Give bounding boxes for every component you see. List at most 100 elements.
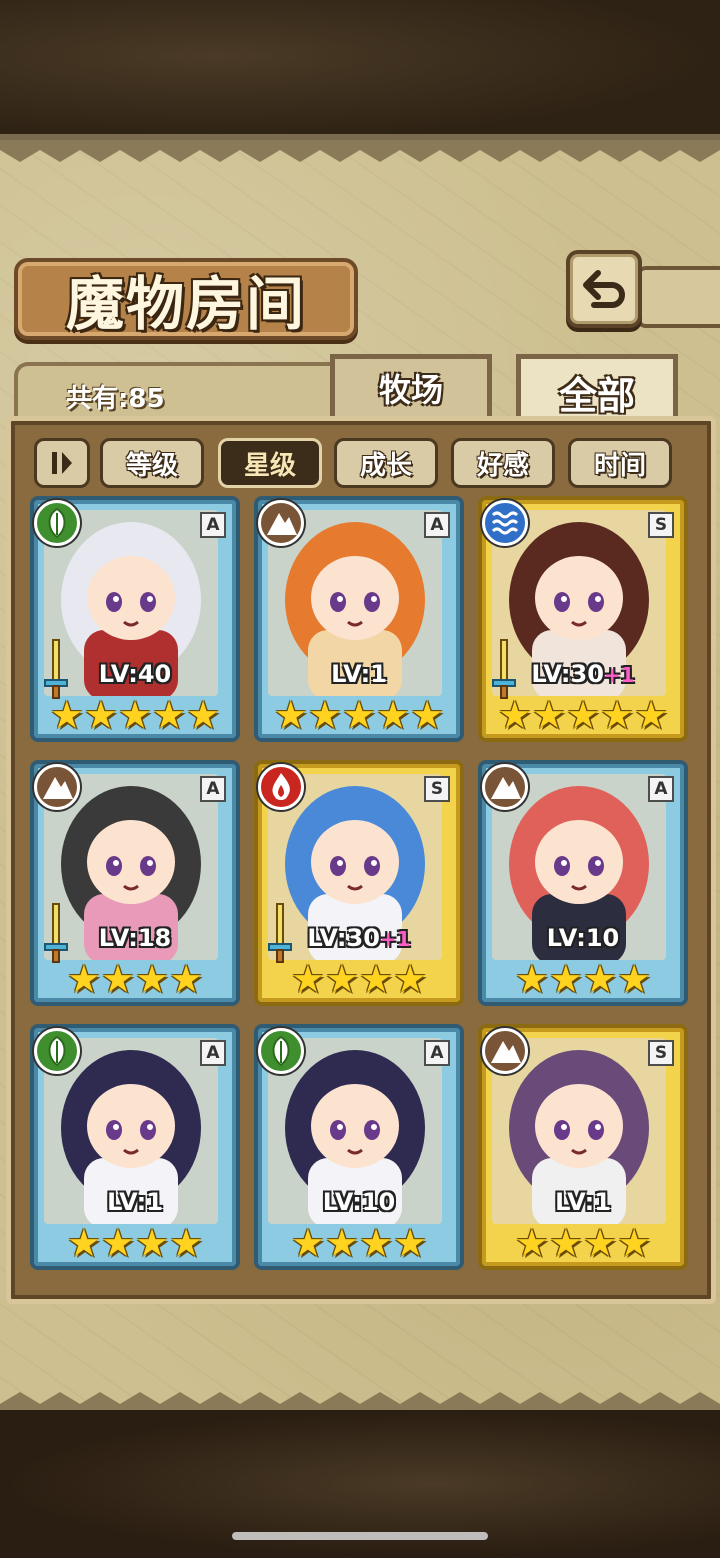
element-badge — [258, 764, 304, 810]
rank-badge: A — [200, 776, 226, 802]
star-icon: ★ — [135, 957, 170, 1001]
rank-badge: A — [200, 512, 226, 538]
count-bar: 共有:85 — [14, 362, 334, 416]
star-icon: ★ — [393, 1221, 428, 1265]
element-badge — [34, 764, 80, 810]
level-value: LV:30 — [531, 660, 604, 688]
top-zigzag-edge — [0, 140, 720, 162]
top-background — [0, 0, 720, 140]
star-rating: ★ ★ ★ ★ — [478, 960, 688, 998]
level-value: LV:1 — [107, 1188, 163, 1216]
fire-icon — [272, 773, 290, 800]
star-icon: ★ — [600, 693, 635, 737]
rank-badge: A — [648, 776, 674, 802]
star-icon: ★ — [307, 693, 342, 737]
star-icon: ★ — [169, 957, 204, 1001]
star-icon: ★ — [100, 957, 135, 1001]
star-icon: ★ — [514, 957, 549, 1001]
level-value: LV:30 — [307, 924, 380, 952]
rank-badge: S — [648, 512, 674, 538]
monster-card[interactable]: A LV:10 ★ ★ ★ ★ — [478, 760, 688, 1006]
rank-badge: A — [424, 1040, 450, 1066]
star-icon: ★ — [186, 693, 221, 737]
monster-card[interactable]: A LV:1 ★ ★ ★ ★ ★ — [254, 496, 464, 742]
star-rating: ★ ★ ★ ★ — [30, 960, 240, 998]
sort-affection-button[interactable]: 好感 — [451, 438, 555, 488]
level-label: LV:18 — [30, 924, 240, 952]
star-icon: ★ — [359, 957, 394, 1001]
element-badge — [34, 1028, 80, 1074]
star-icon: ★ — [273, 693, 308, 737]
star-icon: ★ — [634, 693, 669, 737]
level-bonus: +1 — [379, 927, 411, 951]
monster-card[interactable]: S LV:1 ★ ★ ★ ★ — [478, 1024, 688, 1270]
monster-card[interactable]: A LV:40 ★ ★ ★ ★ ★ — [30, 496, 240, 742]
monster-count: 共有:85 — [66, 384, 165, 414]
element-badge — [258, 500, 304, 546]
level-value: LV:1 — [331, 660, 387, 688]
monster-card[interactable]: A LV:1 ★ ★ ★ ★ — [30, 1024, 240, 1270]
star-icon: ★ — [531, 693, 566, 737]
level-label: LV:10 — [478, 924, 688, 952]
star-rating: ★ ★ ★ ★ ★ — [30, 696, 240, 734]
mountain-icon — [491, 1041, 521, 1063]
level-value: LV:18 — [98, 924, 172, 952]
star-rating: ★ ★ ★ ★ ★ — [254, 696, 464, 734]
page-title: 魔物房间 — [65, 270, 306, 338]
star-icon: ★ — [565, 693, 601, 737]
leaf-icon — [48, 1035, 66, 1067]
rank-badge: S — [424, 776, 450, 802]
level-value: LV:1 — [555, 1188, 611, 1216]
monster-card[interactable]: A LV:18 ★ ★ ★ ★ — [30, 760, 240, 1006]
leaf-icon — [48, 507, 66, 539]
star-icon: ★ — [169, 1221, 204, 1265]
level-value: LV:10 — [322, 1188, 396, 1216]
star-icon: ★ — [376, 693, 411, 737]
star-icon: ★ — [324, 1221, 359, 1265]
star-rating: ★ ★ ★ ★ — [254, 960, 464, 998]
star-icon: ★ — [324, 957, 359, 1001]
monster-card[interactable]: S LV:30+1 ★ ★ ★ ★ — [254, 760, 464, 1006]
sort-bar: 等级 星级 成长 好感 时间 — [34, 438, 684, 490]
sort-star-button[interactable]: 星级 — [218, 438, 322, 488]
element-badge — [482, 1028, 528, 1074]
element-badge — [482, 764, 528, 810]
home-indicator[interactable] — [232, 1532, 488, 1540]
level-label: LV:10 — [254, 1188, 464, 1216]
monster-card[interactable]: A LV:10 ★ ★ ★ ★ — [254, 1024, 464, 1270]
sort-level-button[interactable]: 等级 — [100, 438, 204, 488]
level-label: LV:40 — [30, 660, 240, 688]
star-icon: ★ — [341, 693, 377, 737]
star-icon: ★ — [617, 1221, 652, 1265]
star-icon: ★ — [359, 1221, 394, 1265]
level-label: LV:30+1 — [254, 924, 464, 952]
star-icon: ★ — [548, 1221, 583, 1265]
rank-badge: A — [200, 1040, 226, 1066]
sort-growth-button[interactable]: 成长 — [334, 438, 438, 488]
star-icon: ★ — [135, 1221, 170, 1265]
level-value: LV:10 — [546, 924, 620, 952]
star-rating: ★ ★ ★ ★ ★ — [478, 696, 688, 734]
star-icon: ★ — [290, 1221, 325, 1265]
star-rating: ★ ★ ★ ★ — [478, 1224, 688, 1262]
star-rating: ★ ★ ★ ★ — [254, 1224, 464, 1262]
star-icon: ★ — [83, 693, 118, 737]
star-icon: ★ — [410, 693, 445, 737]
leaf-icon — [272, 1035, 290, 1067]
sort-time-button[interactable]: 时间 — [568, 438, 672, 488]
star-icon: ★ — [117, 693, 153, 737]
level-label: LV:30+1 — [478, 660, 688, 688]
sort-order-toggle[interactable] — [34, 438, 90, 488]
level-bonus: +1 — [603, 663, 635, 687]
tab-ranch[interactable]: 牧场 — [330, 354, 492, 416]
water-icon — [491, 511, 519, 535]
star-icon: ★ — [514, 1221, 549, 1265]
star-icon: ★ — [393, 957, 428, 1001]
element-badge — [34, 500, 80, 546]
rank-badge: A — [424, 512, 450, 538]
star-icon: ★ — [100, 1221, 135, 1265]
star-icon: ★ — [152, 693, 187, 737]
back-button[interactable] — [566, 250, 642, 328]
back-button-rail — [636, 266, 720, 328]
monster-card[interactable]: S LV:30+1 ★ ★ ★ ★ ★ — [478, 496, 688, 742]
